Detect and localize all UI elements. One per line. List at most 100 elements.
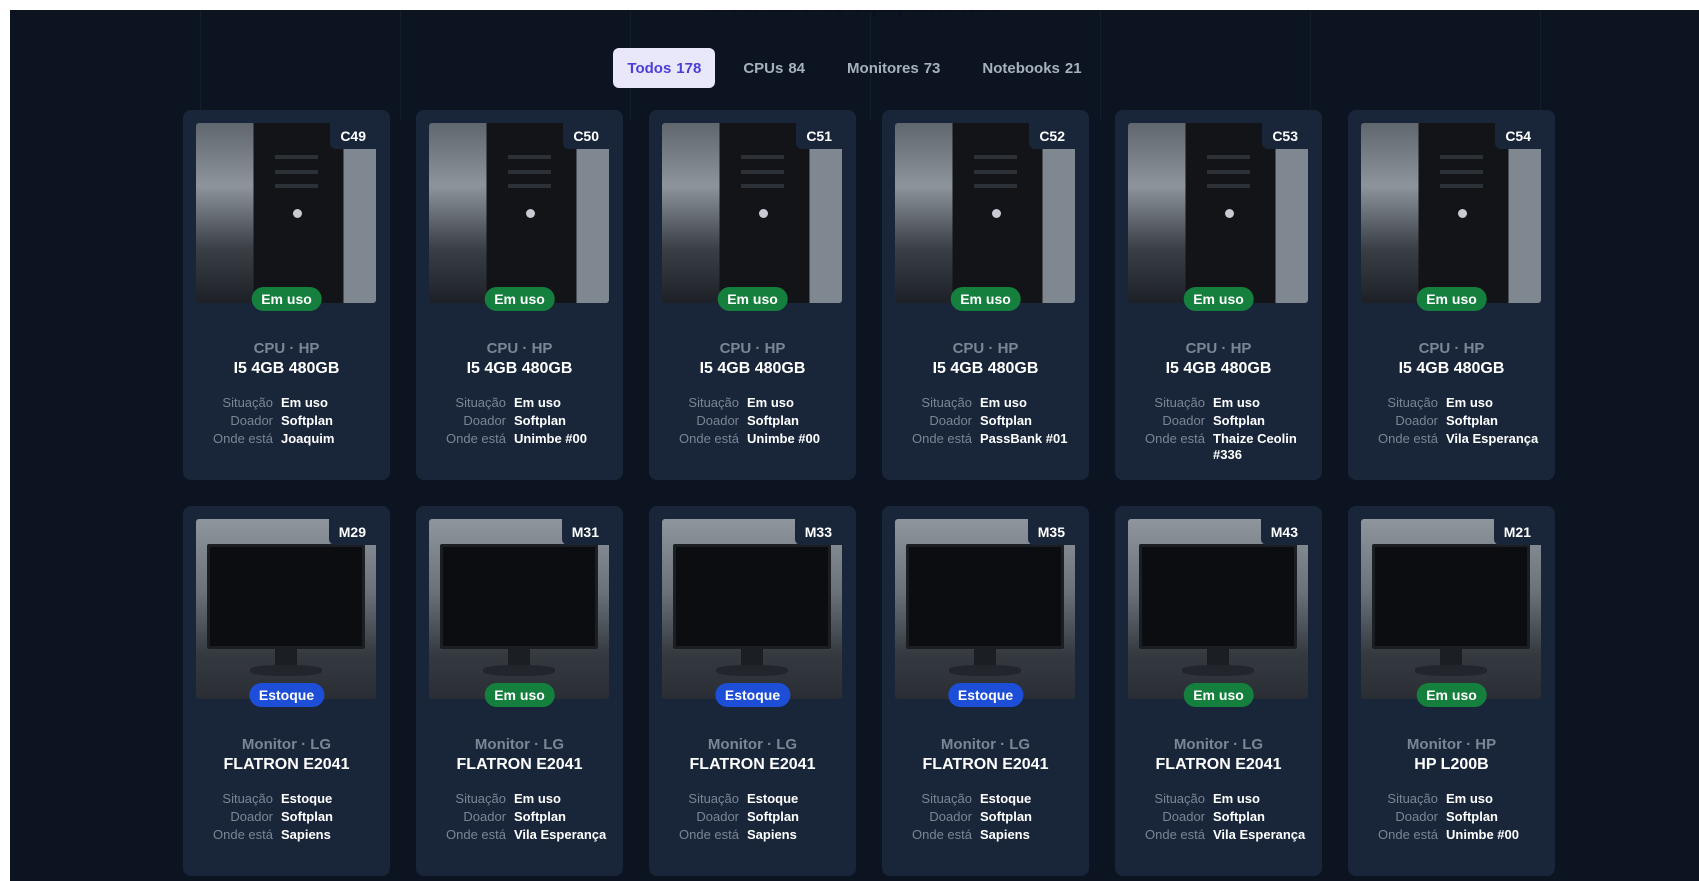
equipment-card[interactable]: M21 Em uso Monitor · HP HP L200B Situação Em … <box>1348 506 1555 876</box>
asset-code: C53 <box>1262 123 1308 149</box>
donor-label: Doador <box>929 809 972 824</box>
equipment-card[interactable]: M31 Em uso Monitor · LG FLATRON E2041 Situaç… <box>416 506 623 876</box>
situation-label: Situação <box>455 791 506 806</box>
donor-label: Doador <box>929 413 972 428</box>
donor-value: Softplan <box>514 809 566 824</box>
donor-value: Softplan <box>980 809 1032 824</box>
inventory-page: Inventário de equipamentos Todos178 CPUs8… <box>10 10 1699 881</box>
status-badge: Em uso <box>484 287 555 311</box>
tab-todos[interactable]: Todos 178 <box>613 48 716 88</box>
status-badge: Estoque <box>947 683 1024 707</box>
tab-label: CPUs <box>743 59 784 77</box>
tab-count: 178 <box>676 59 702 77</box>
tab-label: Monitores <box>847 59 919 77</box>
equipment-model: I5 4GB 480GB <box>466 360 573 377</box>
tab-count: 73 <box>923 59 941 77</box>
asset-code: M21 <box>1493 519 1541 545</box>
donor-label: Doador <box>1162 413 1205 428</box>
situation-label: Situação <box>688 395 739 410</box>
equipment-model: FLATRON E2041 <box>1155 756 1282 773</box>
location-value: PassBank #01 <box>980 431 1068 446</box>
tab-monitores[interactable]: Monitores 73 <box>833 48 954 88</box>
donor-value: Softplan <box>1446 809 1498 824</box>
equipment-model: FLATRON E2041 <box>689 756 816 773</box>
equipment-card[interactable]: C54 Em uso CPU · HP I5 4GB 480GB Situação Em … <box>1348 110 1555 480</box>
cpu-photo <box>429 123 609 303</box>
situation-label: Situação <box>1154 395 1205 410</box>
equipment-details: Situação Em uso Doador Softplan Onde está Vil… <box>416 791 623 843</box>
situation-value: Em uso <box>1446 395 1493 410</box>
situation-value: Em uso <box>514 395 561 410</box>
donor-value: Softplan <box>980 413 1032 428</box>
cpu-photo <box>895 123 1075 303</box>
equipment-card[interactable]: M29 Estoque Monitor · LG FLATRON E2041 Situa… <box>183 506 390 876</box>
equipment-model: I5 4GB 480GB <box>932 360 1039 377</box>
equipment-card[interactable]: M33 Estoque Monitor · LG FLATRON E2041 Situa… <box>649 506 856 876</box>
tab-notebooks[interactable]: Notebooks 21 <box>968 48 1095 88</box>
equipment-card[interactable]: C51 Em uso CPU · HP I5 4GB 480GB Situação Em … <box>649 110 856 480</box>
status-badge: Em uso <box>1183 287 1254 311</box>
monitor-photo <box>1361 519 1541 699</box>
equipment-details: Situação Estoque Doador Softplan Onde está Sa… <box>882 791 1089 843</box>
equipment-card[interactable]: C52 Em uso CPU · HP I5 4GB 480GB Situação Em … <box>882 110 1089 480</box>
situation-label: Situação <box>1387 395 1438 410</box>
location-value: Sapiens <box>281 827 331 842</box>
equipment-card[interactable]: M35 Estoque Monitor · LG FLATRON E2041 Situa… <box>882 506 1089 876</box>
equipment-card[interactable]: M43 Em uso Monitor · LG FLATRON E2041 Situaç… <box>1115 506 1322 876</box>
cpu-photo <box>1128 123 1308 303</box>
asset-code: C51 <box>796 123 842 149</box>
situation-value: Estoque <box>747 791 799 806</box>
status-badge: Em uso <box>1183 683 1254 707</box>
equipment-category: Monitor · LG <box>940 736 1031 753</box>
equipment-category: CPU · HP <box>1185 340 1252 357</box>
location-value: Vila Esperança <box>1446 431 1539 446</box>
donor-value: Softplan <box>1446 413 1498 428</box>
location-label: Onde está <box>213 827 273 842</box>
donor-label: Doador <box>1395 413 1438 428</box>
equipment-details: Situação Estoque Doador Softplan Onde está Sa… <box>649 791 856 843</box>
equipment-card[interactable]: C50 Em uso CPU · HP I5 4GB 480GB Situação Em … <box>416 110 623 480</box>
situation-label: Situação <box>222 791 273 806</box>
filter-tabs: Todos 178 CPUs 84 Monitores 73 Notebooks 21 <box>10 48 1699 88</box>
equipment-details: Situação Em uso Doador Softplan Onde está Uni… <box>1348 791 1555 843</box>
asset-code: M35 <box>1027 519 1075 545</box>
equipment-card[interactable]: C53 Em uso CPU · HP I5 4GB 480GB Situação Em … <box>1115 110 1322 480</box>
location-value: Vila Esperança <box>1213 827 1306 842</box>
situation-label: Situação <box>688 791 739 806</box>
location-label: Onde está <box>446 431 506 446</box>
asset-code: M43 <box>1260 519 1308 545</box>
location-label: Onde está <box>912 431 972 446</box>
status-badge: Em uso <box>1416 287 1487 311</box>
equipment-card[interactable]: C49 Em uso CPU · HP I5 4GB 480GB Situação Em … <box>183 110 390 480</box>
cpu-photo <box>1361 123 1541 303</box>
tab-cpus[interactable]: CPUs 84 <box>729 48 819 88</box>
equipment-model: I5 4GB 480GB <box>1165 360 1272 377</box>
asset-code: C50 <box>563 123 609 149</box>
status-badge: Estoque <box>248 683 325 707</box>
equipment-model: FLATRON E2041 <box>922 756 1049 773</box>
equipment-model: FLATRON E2041 <box>456 756 583 773</box>
donor-label: Doador <box>696 809 739 824</box>
location-value: Sapiens <box>747 827 797 842</box>
equipment-category: CPU · HP <box>486 340 553 357</box>
donor-value: Softplan <box>747 809 799 824</box>
donor-value: Softplan <box>281 809 333 824</box>
status-badge: Em uso <box>950 287 1021 311</box>
status-badge: Em uso <box>717 287 788 311</box>
asset-code: C54 <box>1495 123 1541 149</box>
donor-label: Doador <box>1162 809 1205 824</box>
situation-label: Situação <box>222 395 273 410</box>
location-label: Onde está <box>679 431 739 446</box>
location-value: Unimbe #00 <box>514 431 587 446</box>
tab-count: 84 <box>788 59 806 77</box>
donor-value: Softplan <box>1213 809 1265 824</box>
location-label: Onde está <box>1378 431 1438 446</box>
location-label: Onde está <box>1145 431 1205 446</box>
equipment-category: Monitor · LG <box>707 736 798 753</box>
location-value: Sapiens <box>980 827 1030 842</box>
page-title: Inventário de equipamentos <box>10 10 1699 18</box>
donor-label: Doador <box>696 413 739 428</box>
tab-label: Notebooks <box>982 59 1060 77</box>
equipment-details: Situação Estoque Doador Softplan Onde está Sa… <box>183 791 390 843</box>
status-badge: Em uso <box>251 287 322 311</box>
